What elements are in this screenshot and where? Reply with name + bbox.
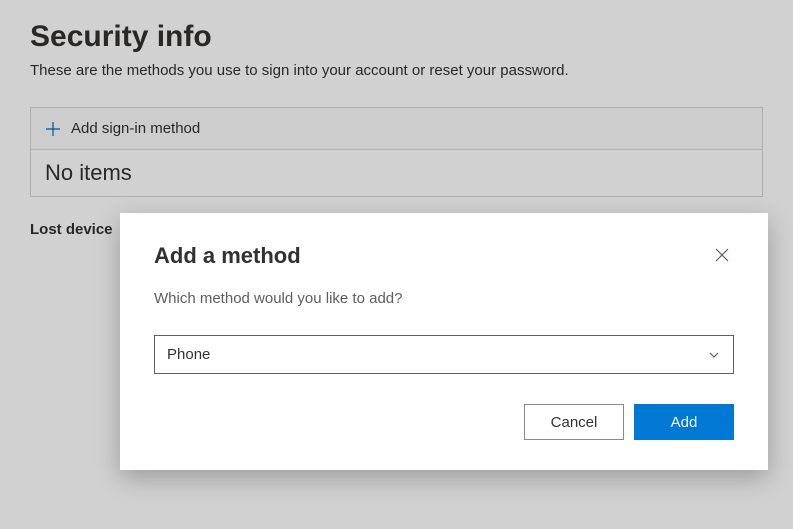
dialog-title: Add a method [154,243,301,269]
add-button[interactable]: Add [634,404,734,440]
method-select-value: Phone [167,346,210,363]
dialog-actions: Cancel Add [154,404,734,440]
close-button[interactable] [710,243,734,270]
cancel-button[interactable]: Cancel [524,404,624,440]
chevron-down-icon [707,348,721,362]
dialog-prompt: Which method would you like to add? [154,290,734,307]
add-method-dialog: Add a method Which method would you like… [120,213,768,470]
close-icon [714,247,730,266]
dialog-header: Add a method [154,243,734,270]
method-select[interactable]: Phone [154,335,734,374]
